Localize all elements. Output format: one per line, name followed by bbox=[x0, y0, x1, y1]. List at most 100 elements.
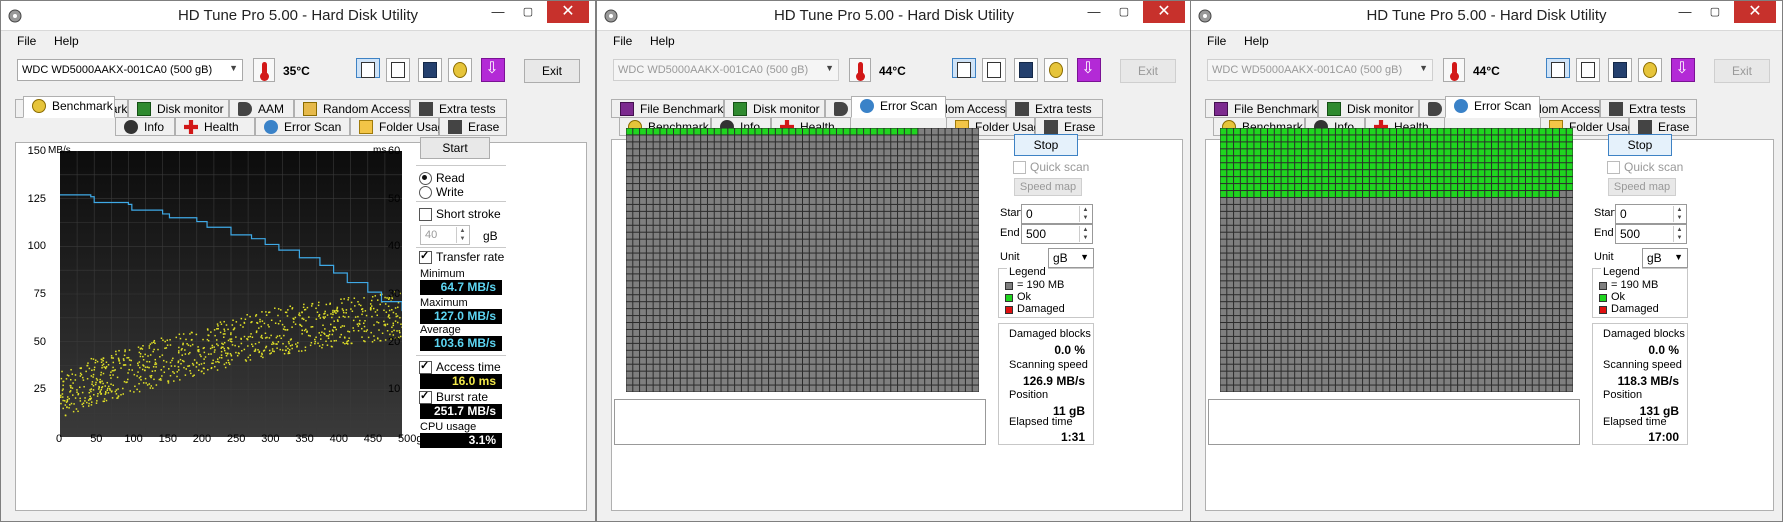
unscanned-block bbox=[1261, 225, 1268, 232]
menu-file[interactable]: File bbox=[1207, 34, 1226, 48]
access-time-point bbox=[265, 311, 267, 313]
tab-info[interactable]: Info bbox=[115, 117, 175, 136]
access-time-point bbox=[139, 355, 142, 358]
tab-error-scan[interactable]: Error Scan bbox=[255, 117, 350, 136]
speed-map-button[interactable]: Speed map bbox=[1014, 178, 1082, 196]
ok-block bbox=[1281, 163, 1288, 170]
menu-file[interactable]: File bbox=[613, 34, 632, 48]
menu-help[interactable]: Help bbox=[650, 34, 675, 48]
copy-screenshot-icon[interactable] bbox=[1576, 58, 1600, 82]
options-icon[interactable] bbox=[1638, 58, 1662, 82]
tab-benchmark[interactable]: Benchmark bbox=[23, 96, 115, 118]
copy-text-icon[interactable] bbox=[1546, 58, 1570, 78]
tab-aam[interactable]: AAM bbox=[229, 99, 294, 118]
drive-select[interactable]: WDC WD5000AAKX-001CA0 (500 gB) ▼ bbox=[17, 59, 243, 81]
burst-rate-checkbox[interactable]: Burst rate bbox=[419, 389, 488, 404]
tab-extra-tests[interactable]: Extra tests bbox=[1600, 99, 1697, 118]
unscanned-block bbox=[1458, 232, 1464, 239]
transfer-rate-checkbox[interactable]: Transfer rate bbox=[419, 249, 504, 264]
access-time-checkbox[interactable]: Access time bbox=[419, 359, 501, 374]
unscanned-block bbox=[972, 343, 979, 350]
tab-error-scan[interactable]: Error Scan bbox=[851, 96, 946, 118]
save-icon[interactable] bbox=[1608, 58, 1632, 82]
menu-file[interactable]: File bbox=[17, 34, 36, 48]
tab-erase[interactable]: Erase bbox=[439, 117, 507, 136]
drive-select[interactable]: WDC WD5000AAKX-001CA0 (500 gB) ▼ bbox=[1207, 59, 1433, 81]
unscanned-block bbox=[1498, 232, 1505, 239]
tab-disk-monitor[interactable]: Disk monitor bbox=[1318, 99, 1419, 118]
copy-screenshot-icon[interactable] bbox=[386, 58, 410, 82]
unscanned-block bbox=[762, 323, 769, 329]
ok-block bbox=[633, 128, 640, 135]
tab-extra-tests[interactable]: Extra tests bbox=[410, 99, 507, 118]
tab-health[interactable]: Health bbox=[175, 117, 255, 136]
unscanned-block bbox=[640, 329, 646, 336]
ok-block bbox=[640, 128, 646, 135]
tab-folder-usage[interactable]: Folder Usage bbox=[350, 117, 451, 136]
copy-text-icon[interactable] bbox=[952, 58, 976, 78]
unscanned-block bbox=[864, 197, 870, 204]
access-time-point bbox=[87, 362, 89, 364]
unit-select[interactable]: gB ▼ bbox=[1048, 248, 1094, 268]
tab-extra-tests[interactable]: Extra tests bbox=[1006, 99, 1103, 118]
close-button[interactable]: ✕ bbox=[1143, 1, 1185, 23]
close-button[interactable]: ✕ bbox=[547, 1, 589, 23]
ok-block bbox=[1498, 142, 1505, 149]
maximize-button[interactable]: ▢ bbox=[1700, 1, 1730, 23]
close-button[interactable]: ✕ bbox=[1734, 1, 1776, 23]
start-input[interactable]: 0 ▲ ▼ bbox=[1021, 204, 1093, 224]
unscanned-block bbox=[1424, 274, 1430, 281]
download-icon[interactable]: ⇩ bbox=[481, 58, 505, 82]
ok-block bbox=[1532, 170, 1539, 177]
copy-text-icon[interactable] bbox=[356, 58, 380, 78]
tab-file-benchmark[interactable]: File Benchmark bbox=[611, 99, 724, 118]
menu-help[interactable]: Help bbox=[54, 34, 79, 48]
unscanned-block bbox=[687, 184, 694, 191]
stop-button[interactable]: Stop bbox=[1014, 134, 1078, 156]
unscanned-block bbox=[1281, 329, 1288, 336]
tab-error-scan[interactable]: Error Scan bbox=[1445, 96, 1540, 118]
exit-button[interactable]: Exit bbox=[1120, 59, 1176, 83]
minimize-button[interactable]: — bbox=[483, 1, 513, 23]
ok-block bbox=[803, 128, 809, 135]
tab-file-benchmark[interactable]: File Benchmark bbox=[1205, 99, 1318, 118]
end-input[interactable]: 500 ▲ ▼ bbox=[1021, 224, 1093, 244]
download-icon[interactable]: ⇩ bbox=[1671, 58, 1695, 82]
minimize-button[interactable]: — bbox=[1079, 1, 1109, 23]
access-time-point bbox=[239, 324, 242, 326]
unscanned-block bbox=[687, 364, 694, 371]
tab-random-access[interactable]: Random Access bbox=[294, 99, 410, 118]
exit-button[interactable]: Exit bbox=[1714, 59, 1770, 83]
tab-disk-monitor[interactable]: Disk monitor bbox=[724, 99, 825, 118]
unscanned-block bbox=[864, 350, 870, 357]
maximize-button[interactable]: ▢ bbox=[513, 1, 543, 23]
unscanned-block bbox=[1220, 302, 1227, 309]
unscanned-block bbox=[769, 197, 775, 204]
options-icon[interactable] bbox=[448, 58, 472, 82]
stroke-size-stepper[interactable]: 40 ▲ ▼ bbox=[420, 225, 470, 245]
unscanned-block bbox=[1403, 343, 1410, 350]
minimize-button[interactable]: — bbox=[1670, 1, 1700, 23]
ok-block bbox=[1308, 156, 1315, 163]
short-stroke-checkbox[interactable]: Short stroke bbox=[419, 207, 501, 221]
maximize-button[interactable]: ▢ bbox=[1109, 1, 1139, 23]
tab-disk-monitor[interactable]: Disk monitor bbox=[128, 99, 229, 118]
write-radio[interactable]: Write bbox=[419, 185, 464, 199]
drive-select[interactable]: WDC WD5000AAKX-001CA0 (500 gB) ▼ bbox=[613, 59, 839, 81]
menu-help[interactable]: Help bbox=[1244, 34, 1269, 48]
quick-scan-checkbox[interactable]: Quick scan bbox=[1013, 160, 1089, 174]
ok-block bbox=[1240, 170, 1247, 177]
options-icon[interactable] bbox=[1044, 58, 1068, 82]
unscanned-block bbox=[660, 329, 667, 336]
read-radio[interactable]: Read bbox=[419, 171, 465, 185]
ok-block bbox=[1553, 177, 1559, 184]
unscanned-block bbox=[1397, 204, 1403, 211]
copy-screenshot-icon[interactable] bbox=[982, 58, 1006, 82]
exit-button[interactable]: Exit bbox=[524, 59, 580, 83]
download-icon[interactable]: ⇩ bbox=[1077, 58, 1101, 82]
ok-block bbox=[1410, 191, 1417, 197]
save-icon[interactable] bbox=[1014, 58, 1038, 82]
start-button[interactable]: Start bbox=[420, 137, 490, 159]
save-icon[interactable] bbox=[418, 58, 442, 82]
unscanned-block bbox=[918, 385, 925, 392]
